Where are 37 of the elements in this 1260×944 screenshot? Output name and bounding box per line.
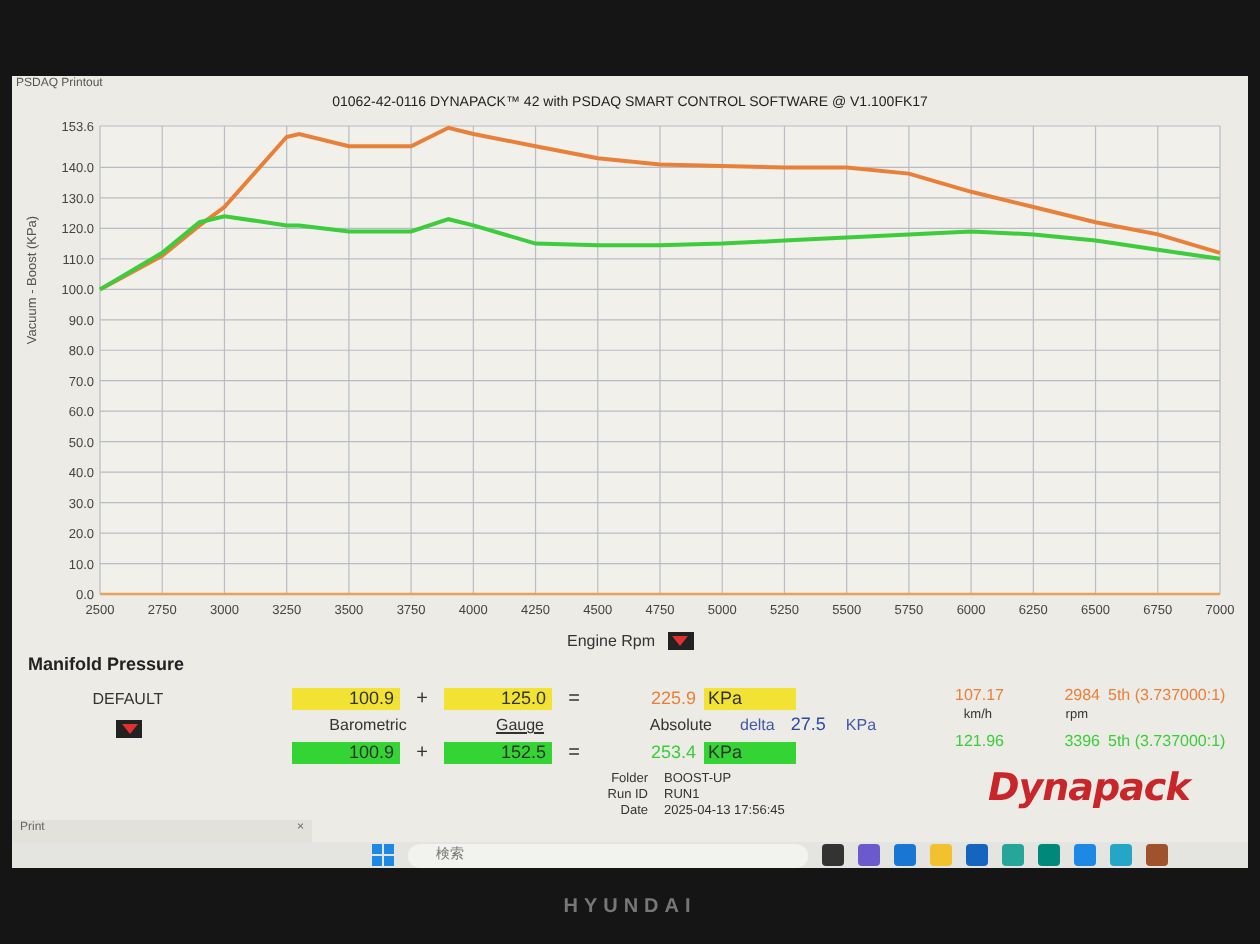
field-label: Barometric — [327, 714, 409, 738]
speed-value: 107.17 — [953, 684, 1004, 706]
taskbar-app-icon[interactable] — [966, 844, 988, 866]
preset-label: DEFAULT — [92, 689, 164, 707]
gauge-value: 152.5 — [444, 742, 552, 764]
plus-sign: + — [414, 740, 430, 768]
field-label: Gauge — [493, 714, 547, 738]
rpm-value: 2984 — [1062, 684, 1100, 706]
field-label: Absolute — [647, 714, 712, 738]
dropdown-button[interactable] — [667, 632, 694, 650]
absolute-value: 253.4 — [648, 739, 698, 766]
barometric-value: 100.9 — [292, 742, 400, 764]
taskbar-app-icon[interactable] — [894, 844, 916, 866]
plus-sign: + — [414, 686, 430, 714]
monitor-brand: HYUNDAI — [563, 893, 697, 921]
delta-value: 27.5 — [790, 712, 826, 739]
gear-value: 5th (3.737000:1) — [1108, 684, 1226, 706]
absolute-value: 225.9 — [648, 685, 698, 712]
start-icon[interactable] — [372, 844, 394, 866]
speed-value: 121.96 — [953, 730, 1004, 752]
rpm-value: 3396 — [1062, 730, 1100, 752]
dropdown-button[interactable] — [116, 719, 142, 737]
delta-unit: KPa — [845, 714, 877, 738]
taskbar-app-icon[interactable] — [822, 844, 844, 866]
gear-value: 5th (3.737000:1) — [1108, 730, 1226, 752]
equals-sign: = — [566, 686, 582, 714]
barometric-value: 100.9 — [292, 688, 400, 710]
x-axis-label: Engine Rpm — [566, 629, 656, 653]
gauge-value: 125.0 — [444, 688, 552, 710]
equals-sign: = — [566, 740, 582, 768]
brand-logo: Dynapack — [988, 764, 1195, 814]
delta-label: delta — [740, 714, 775, 738]
taskbar-app-icon[interactable] — [858, 844, 880, 866]
unit-value: KPa — [704, 742, 796, 764]
taskbar-app-icon[interactable] — [1146, 844, 1168, 866]
section-title: Manifold Pressure — [28, 652, 187, 678]
unit-value: KPa — [704, 688, 796, 710]
